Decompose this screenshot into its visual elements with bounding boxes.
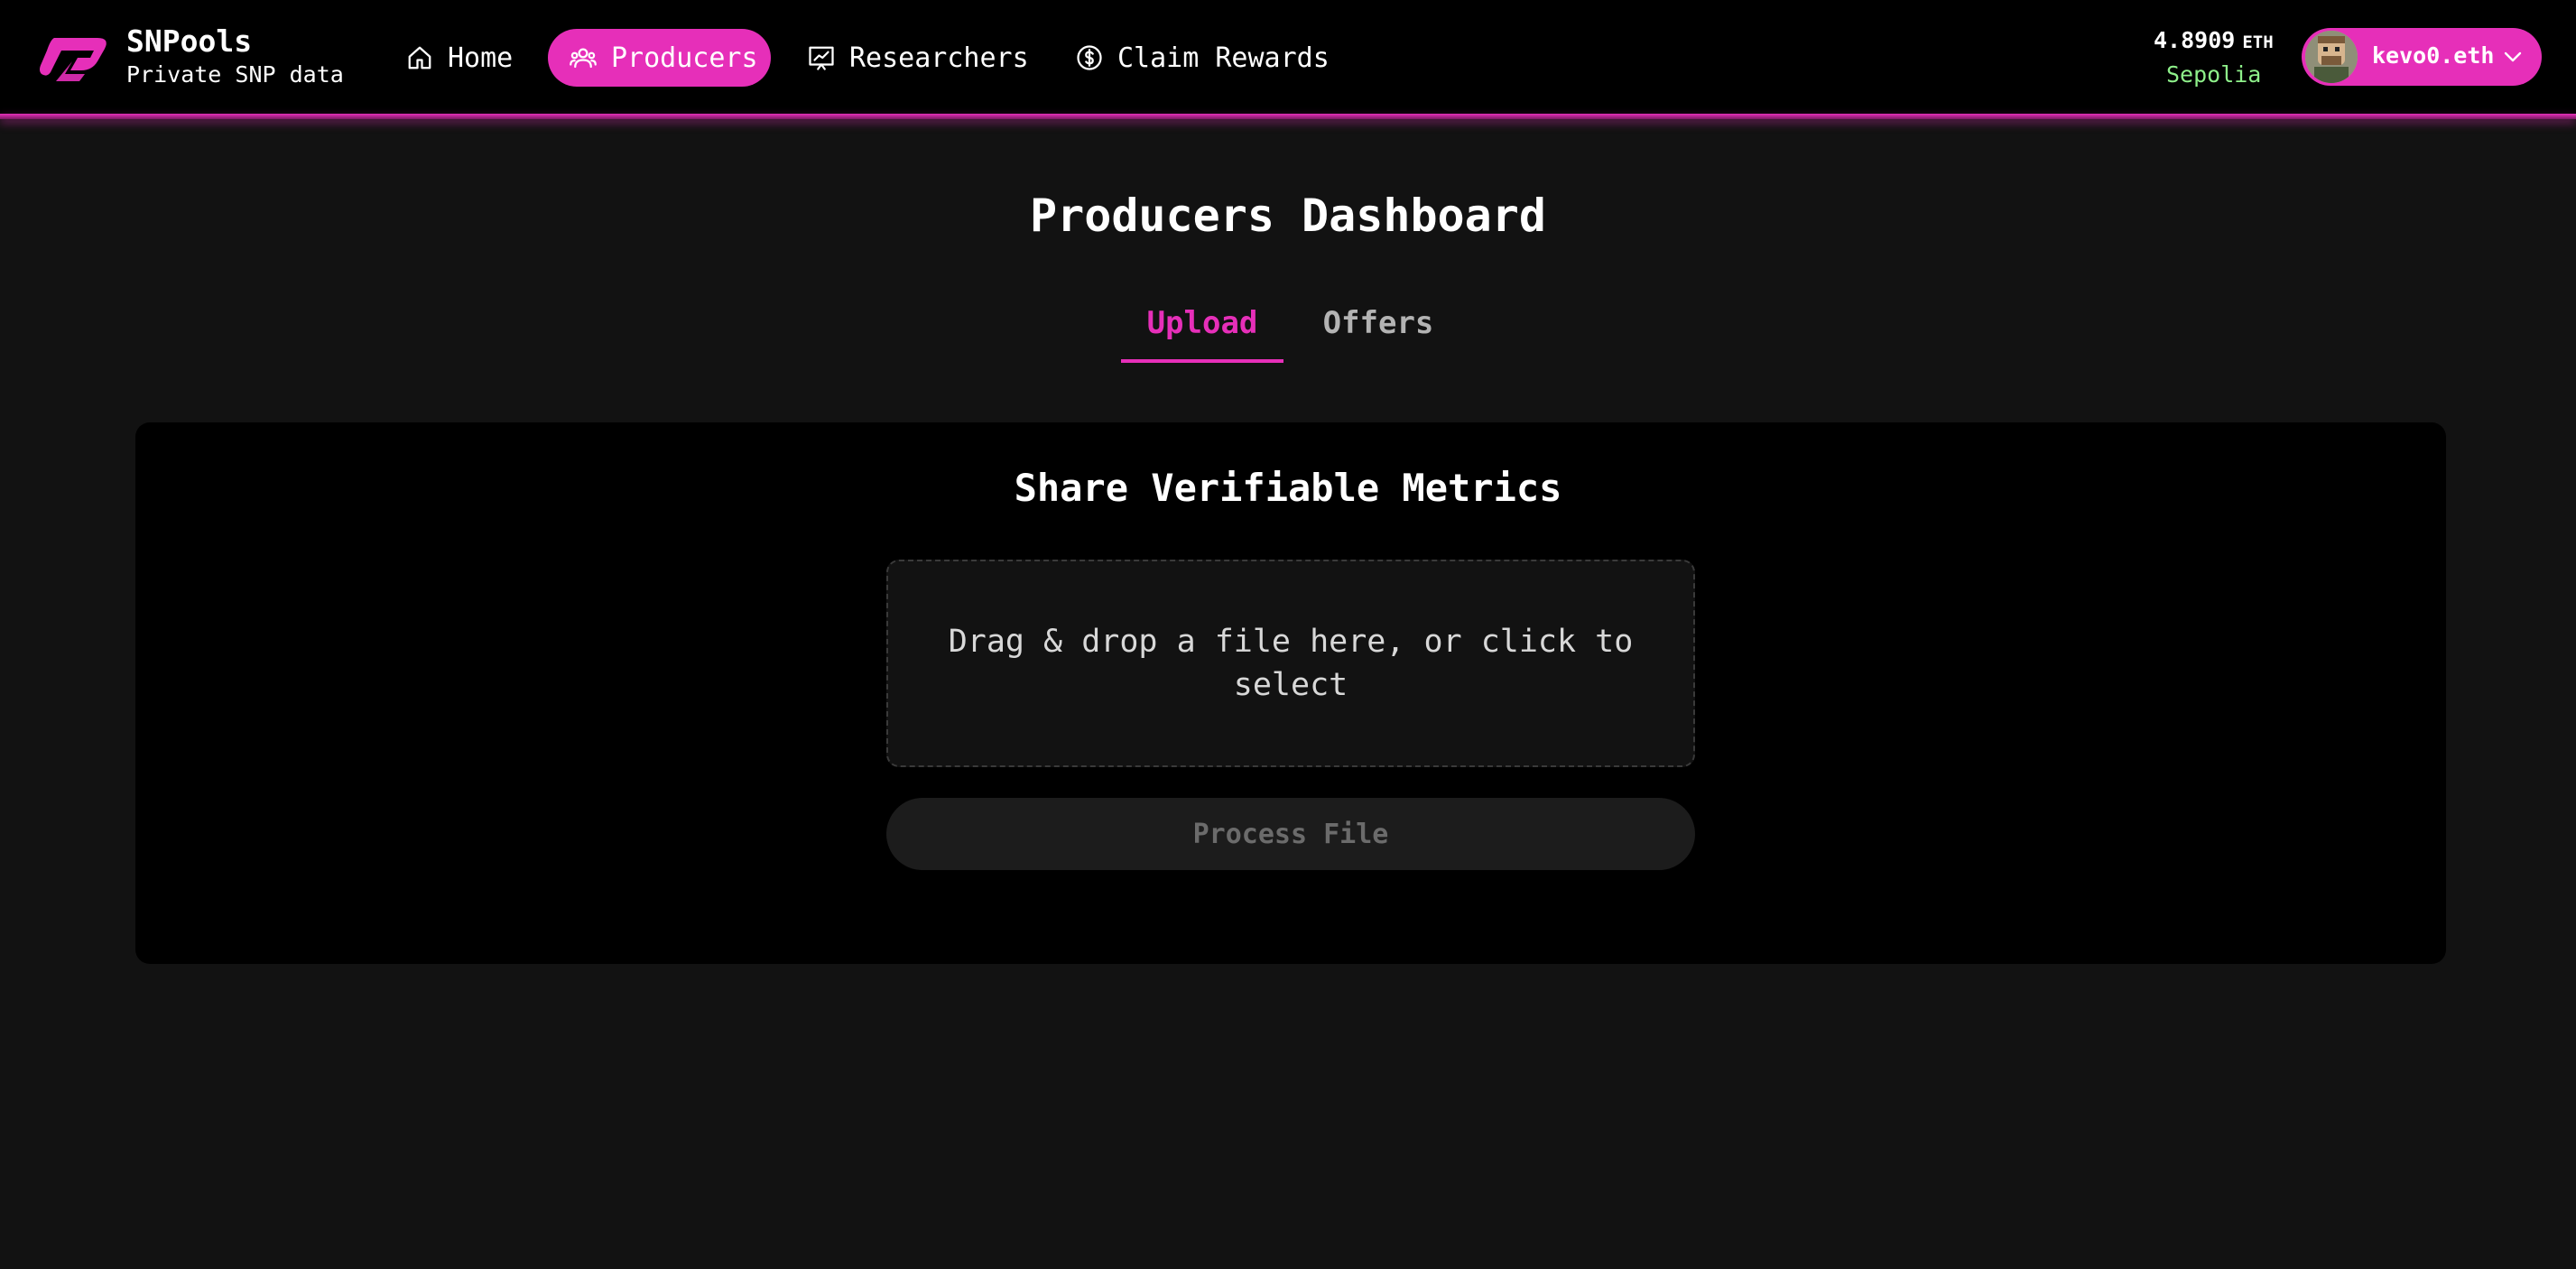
nav-researchers-label: Researchers (849, 42, 1029, 74)
tab-upload[interactable]: Upload (1121, 305, 1283, 341)
header-divider (0, 114, 2576, 119)
account-name: kevo0.eth (2372, 42, 2495, 69)
tab-offers[interactable]: Offers (1300, 305, 1457, 341)
chart-icon (809, 46, 834, 70)
top-bar: SNPools Private SNP data Home Producers … (0, 0, 2576, 116)
network-label[interactable]: Sepolia (2166, 61, 2261, 88)
active-tab-indicator (1121, 359, 1283, 363)
page-title: Producers Dashboard (1030, 190, 1546, 242)
wallet-balance[interactable]: 4.8909 ETH (2154, 27, 2274, 53)
nav-item-claim-rewards[interactable]: Claim Rewards (1076, 29, 1330, 87)
file-dropzone[interactable]: Drag & drop a file here, or click to sel… (886, 560, 1695, 767)
account-button[interactable]: kevo0.eth (2302, 28, 2542, 86)
brand-name[interactable]: SNPools (126, 23, 252, 59)
dollar-icon (1077, 45, 1102, 70)
dropzone-text: Drag & drop a file here, or click to sel… (948, 624, 1634, 703)
balance-value: 4.8909 (2154, 27, 2236, 53)
nav-item-producers[interactable]: Producers (548, 29, 771, 87)
chevron-down-icon (2504, 51, 2522, 62)
panel-title: Share Verifiable Metrics (1014, 466, 1562, 510)
nav-claim-label: Claim Rewards (1117, 42, 1330, 74)
nav-item-researchers[interactable]: Researchers (808, 29, 1029, 87)
nav-producers-label: Producers (611, 42, 758, 74)
balance-unit: ETH (2242, 32, 2274, 52)
logo-icon[interactable] (38, 31, 114, 81)
nav-item-home[interactable]: Home (406, 29, 513, 87)
users-icon (570, 48, 597, 69)
brand-subtitle: Private SNP data (126, 61, 344, 88)
nav-home-label: Home (448, 42, 514, 74)
home-icon (408, 46, 431, 69)
process-file-button[interactable]: Process File (886, 798, 1695, 870)
avatar (2305, 31, 2358, 83)
